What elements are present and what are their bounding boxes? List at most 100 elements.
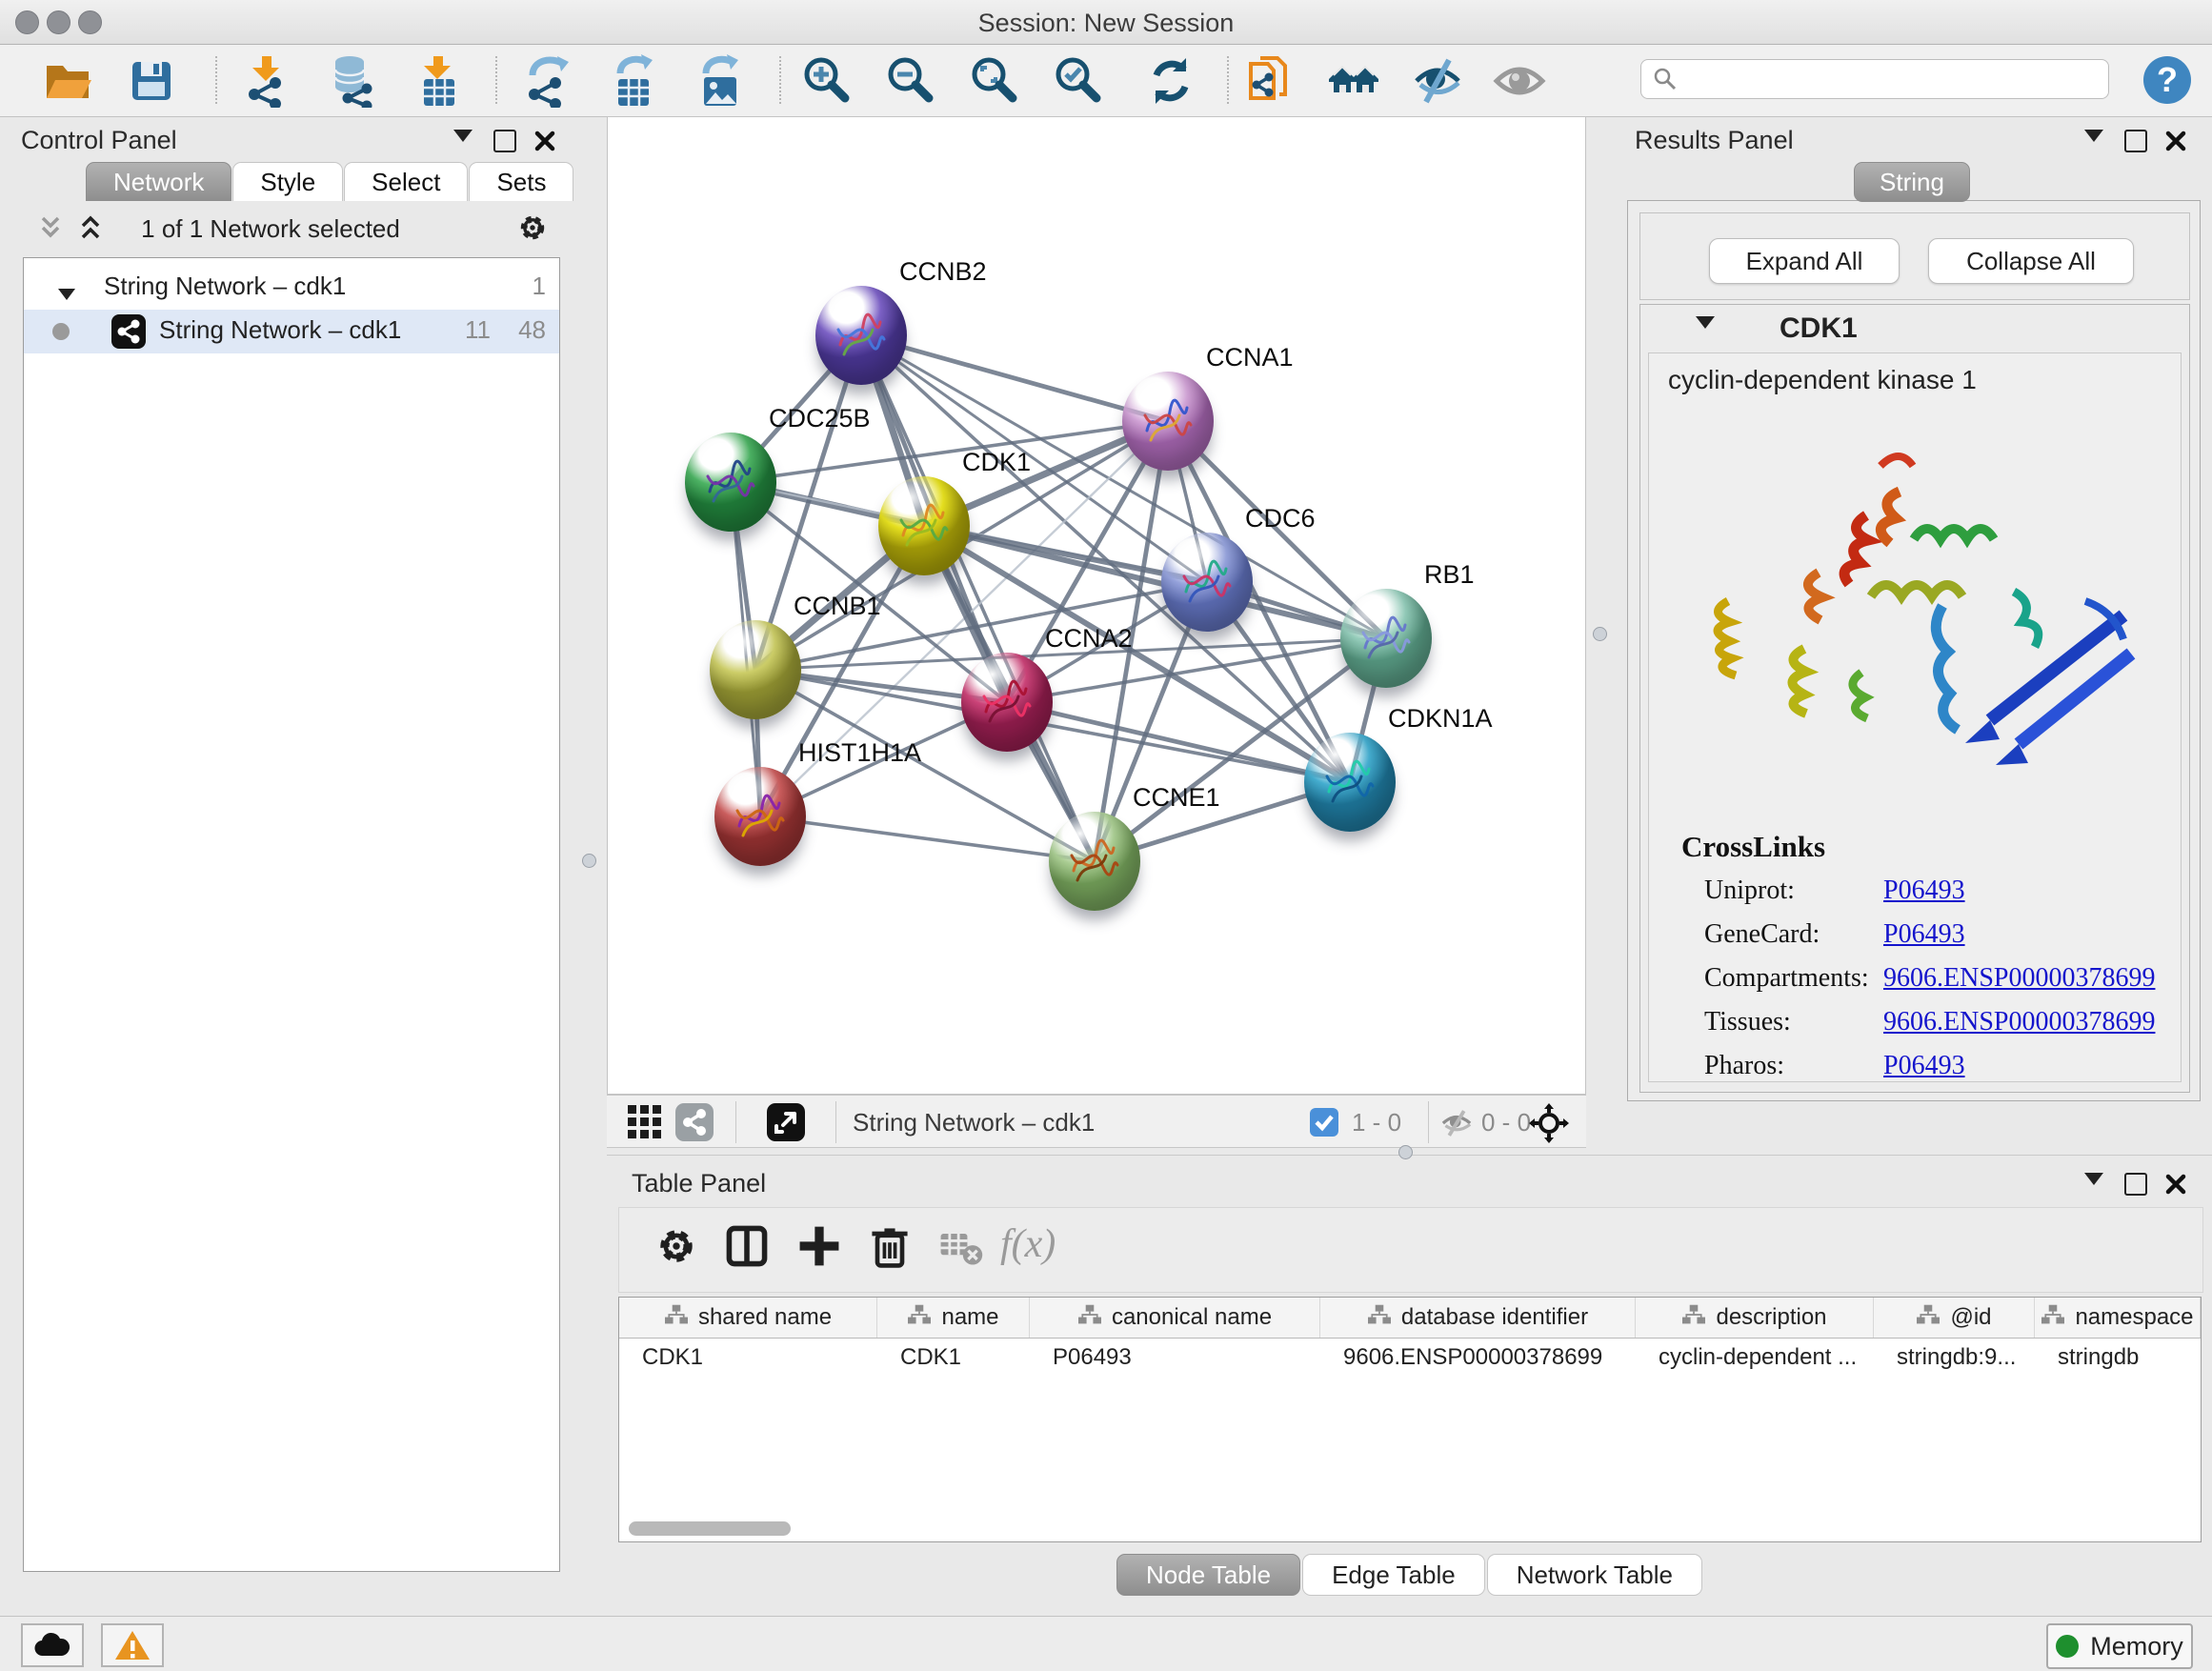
- tab-style[interactable]: Style: [232, 162, 343, 201]
- selected-checkbox[interactable]: [1310, 1108, 1350, 1148]
- node-table[interactable]: shared namenamecanonical namedatabase id…: [618, 1297, 2202, 1542]
- string-home-button[interactable]: [1324, 51, 1383, 111]
- dock-panel-icon[interactable]: [2124, 1173, 2147, 1200]
- table-cell[interactable]: stringdb:9...: [1874, 1339, 2035, 1377]
- network-node-HIST1H1A[interactable]: [714, 767, 806, 866]
- crosslink-link[interactable]: P06493: [1883, 876, 1965, 906]
- network-node-CCNA1[interactable]: [1122, 372, 1214, 471]
- grid-view-icon[interactable]: [626, 1103, 666, 1143]
- tab-network-table[interactable]: Network Table: [1487, 1554, 1702, 1596]
- gene-section-header[interactable]: CDK1: [1640, 305, 2189, 351]
- collapse-icon[interactable]: [1696, 316, 1715, 333]
- table-cell[interactable]: 9606.ENSP00000378699: [1320, 1339, 1636, 1377]
- column-header-database-identifier[interactable]: database identifier: [1320, 1298, 1636, 1338]
- float-panel-icon[interactable]: [2084, 1173, 2103, 1190]
- network-node-CDKN1A[interactable]: [1304, 733, 1396, 832]
- table-cell[interactable]: cyclin-dependent ...: [1636, 1339, 1874, 1377]
- horizontal-splitter-grip[interactable]: [1398, 1145, 1413, 1159]
- cloud-button[interactable]: [21, 1623, 84, 1667]
- tab-edge-table[interactable]: Edge Table: [1302, 1554, 1485, 1596]
- collapse-icon[interactable]: [58, 277, 75, 307]
- column-header-@id[interactable]: @id: [1874, 1298, 2035, 1338]
- network-node-CDC25B[interactable]: [685, 433, 776, 532]
- crosslink-label: Pharos:: [1704, 1051, 1784, 1080]
- import-network-button[interactable]: [236, 51, 295, 111]
- table-cell[interactable]: stringdb: [2035, 1339, 2201, 1377]
- tab-select[interactable]: Select: [344, 162, 468, 201]
- open-session-button[interactable]: [38, 51, 97, 111]
- table-cell[interactable]: P06493: [1030, 1339, 1320, 1377]
- close-panel-icon[interactable]: [533, 130, 556, 157]
- network-node-CDK1[interactable]: [878, 476, 970, 575]
- close-panel-icon[interactable]: [2164, 130, 2187, 157]
- crosslink-link[interactable]: P06493: [1883, 919, 1965, 950]
- vertical-splitter-grip[interactable]: [1593, 627, 1607, 641]
- network-node-RB1[interactable]: [1340, 589, 1432, 688]
- refresh-button[interactable]: [1141, 51, 1200, 111]
- search-field[interactable]: [1640, 59, 2109, 99]
- delete-table-icon[interactable]: [935, 1221, 993, 1278]
- hidden-eye-icon[interactable]: [1439, 1106, 1479, 1146]
- help-button[interactable]: ?: [2143, 56, 2191, 104]
- dock-panel-icon[interactable]: [2124, 130, 2147, 157]
- network-node-CCNA2[interactable]: [961, 653, 1053, 752]
- tab-string[interactable]: String: [1854, 162, 1970, 202]
- warnings-button[interactable]: [101, 1623, 164, 1667]
- network-collection-row[interactable]: String Network – cdk1 1: [24, 266, 559, 310]
- column-header-description[interactable]: description: [1636, 1298, 1874, 1338]
- status-bar: Memory: [0, 1616, 2212, 1671]
- show-graphics-button[interactable]: [1490, 51, 1549, 111]
- table-cell[interactable]: CDK1: [619, 1339, 877, 1377]
- hide-graphics-button[interactable]: [1408, 51, 1467, 111]
- column-header-canonical-name[interactable]: canonical name: [1030, 1298, 1320, 1338]
- network-node-CCNE1[interactable]: [1049, 812, 1140, 911]
- network-node-CCNB1[interactable]: [710, 620, 801, 719]
- tab-sets[interactable]: Sets: [469, 162, 573, 201]
- table-panel-title: Table Panel: [632, 1169, 766, 1198]
- crosslink-link[interactable]: 9606.ENSP00000378699: [1883, 1007, 2155, 1037]
- close-panel-icon[interactable]: [2164, 1173, 2187, 1200]
- delete-column-trash-icon[interactable]: [865, 1221, 922, 1278]
- tab-node-table[interactable]: Node Table: [1116, 1554, 1300, 1596]
- crosslink-link[interactable]: P06493: [1883, 1051, 1965, 1081]
- save-session-button[interactable]: [122, 51, 181, 111]
- detach-view-icon[interactable]: [767, 1103, 807, 1143]
- zoom-fit-button[interactable]: [966, 51, 1025, 111]
- share-file-button[interactable]: [1240, 51, 1299, 111]
- import-table-button[interactable]: [410, 51, 469, 111]
- export-table-button[interactable]: [604, 51, 663, 111]
- zoom-out-button[interactable]: [882, 51, 941, 111]
- zoom-in-button[interactable]: [798, 51, 857, 111]
- column-header-name[interactable]: name: [877, 1298, 1030, 1338]
- network-node-CCNB2[interactable]: [815, 286, 907, 385]
- float-panel-icon[interactable]: [2084, 130, 2103, 147]
- collapse-all-button[interactable]: Collapse All: [1928, 238, 2134, 284]
- search-input[interactable]: [1678, 65, 2081, 93]
- crosslink-link[interactable]: 9606.ENSP00000378699: [1883, 963, 2155, 994]
- export-network-button[interactable]: [518, 51, 577, 111]
- network-row-selected[interactable]: String Network – cdk1 11 48: [24, 310, 559, 353]
- fit-content-crosshair-icon[interactable]: [1529, 1103, 1569, 1143]
- dock-panel-icon[interactable]: [493, 130, 516, 157]
- table-row[interactable]: CDK1CDK1P064939606.ENSP00000378699cyclin…: [619, 1339, 2201, 1377]
- network-view-icon[interactable]: [675, 1103, 715, 1143]
- vertical-splitter-grip[interactable]: [582, 854, 596, 868]
- show-columns-icon[interactable]: [722, 1221, 779, 1278]
- column-header-shared-name[interactable]: shared name: [619, 1298, 877, 1338]
- network-canvas[interactable]: CCNB2CCNA1CDC25BCDK1CDC6RB1CCNB1CCNA2CDK…: [607, 116, 1586, 1095]
- tab-network[interactable]: Network: [86, 162, 231, 201]
- network-node-CDC6[interactable]: [1161, 533, 1253, 632]
- column-header-namespace[interactable]: namespace: [2035, 1298, 2201, 1338]
- export-image-button[interactable]: [690, 51, 749, 111]
- add-column-icon[interactable]: [794, 1221, 852, 1278]
- table-cell[interactable]: CDK1: [877, 1339, 1030, 1377]
- table-settings-gear-icon[interactable]: [652, 1221, 709, 1278]
- expand-all-button[interactable]: Expand All: [1709, 238, 1900, 284]
- network-options-gear-icon[interactable]: [514, 210, 551, 251]
- memory-button[interactable]: Memory: [2046, 1623, 2193, 1669]
- zoom-selected-button[interactable]: [1050, 51, 1109, 111]
- function-builder-icon[interactable]: f(x): [1000, 1221, 1105, 1278]
- import-database-button[interactable]: [322, 51, 381, 111]
- horizontal-scrollbar[interactable]: [629, 1521, 791, 1536]
- float-panel-icon[interactable]: [453, 130, 473, 147]
